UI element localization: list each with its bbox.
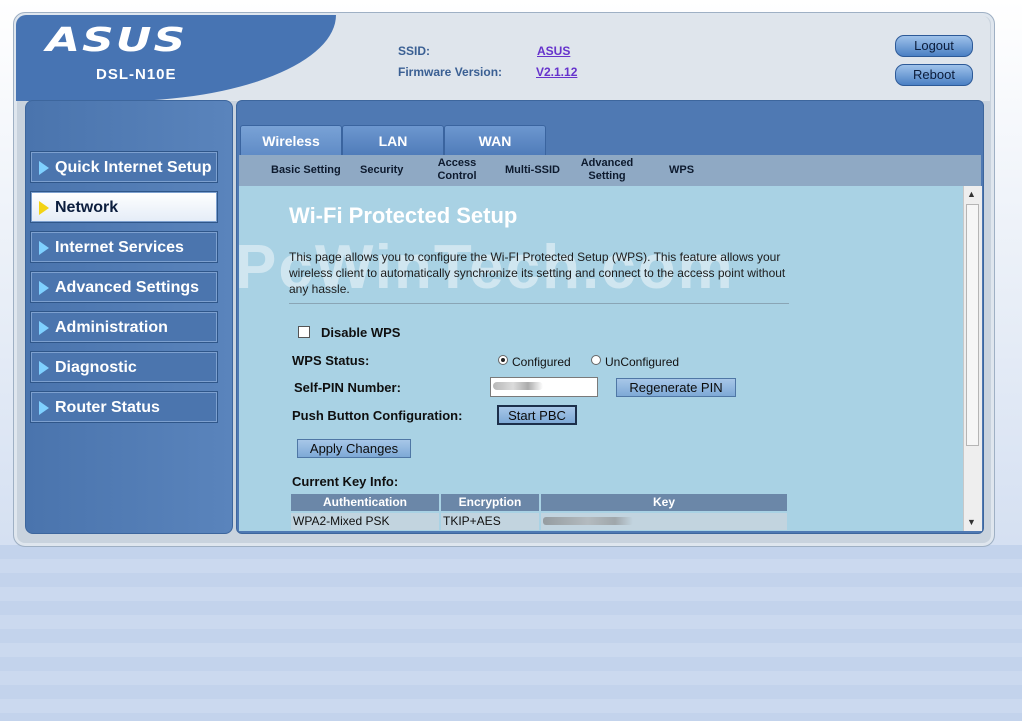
sidebar-item-administration[interactable]: Administration [30,311,218,343]
configured-radio[interactable] [498,355,508,365]
subnav-wps[interactable]: WPS [669,164,694,177]
arrow-right-icon [39,401,49,415]
tab-lan[interactable]: LAN [342,125,444,157]
page-background-band [0,545,1022,721]
firmware-label: Firmware Version: [398,65,503,79]
regenerate-pin-button[interactable]: Regenerate PIN [616,378,736,397]
disable-wps-checkbox[interactable] [298,326,310,338]
arrow-right-icon [39,161,49,175]
subnav-security[interactable]: Security [360,164,403,177]
table-header-key: Key [541,494,787,511]
table-header-authentication: Authentication [291,494,439,511]
page-description: This page allows you to configure the Wi… [289,250,786,296]
subnav-advanced-setting[interactable]: Advanced Setting [577,157,637,183]
disable-wps-label: Disable WPS [321,325,401,340]
vertical-scrollbar[interactable]: ▲ ▼ [963,186,982,531]
model-name: DSL-N10E [96,66,177,83]
arrow-right-icon [39,201,49,215]
table-cell-encryption: TKIP+AES [441,513,539,530]
divider [289,303,789,304]
sidebar-item-router-status[interactable]: Router Status [30,391,218,423]
sidebar-item-label: Network [55,199,119,216]
self-pin-label: Self-PIN Number: [294,380,401,395]
tab-wireless[interactable]: Wireless [240,125,342,157]
subnav-access-control[interactable]: Access Control [433,157,481,183]
firmware-link[interactable]: V2.1.12 [536,65,577,79]
pin-redacted [493,382,543,390]
scroll-down-icon[interactable]: ▼ [967,517,976,527]
content-area: Wireless LAN WAN Basic Setting Security … [236,100,984,534]
arrow-right-icon [39,321,49,335]
tab-wan[interactable]: WAN [444,125,546,157]
ssid-label: SSID: [398,44,431,58]
subnav-basic-setting[interactable]: Basic Setting [271,164,341,177]
sidebar-item-diagnostic[interactable]: Diagnostic [30,351,218,383]
start-pbc-button[interactable]: Start PBC [497,405,577,425]
sidebar-item-label: Quick Internet Setup [55,159,212,176]
scroll-thumb[interactable] [966,204,979,446]
table-cell-authentication: WPA2-Mixed PSK [291,513,439,530]
configured-label: Configured [512,355,571,369]
scroll-up-icon[interactable]: ▲ [967,189,976,199]
header: ASUS DSL-N10E [16,15,990,101]
subnav-bar: Basic Setting Security Access Control Mu… [239,155,981,186]
pbc-label: Push Button Configuration: [292,408,463,423]
logout-button[interactable]: Logout [895,35,973,57]
sidebar-item-internet-services[interactable]: Internet Services [30,231,218,263]
apply-changes-button[interactable]: Apply Changes [297,439,411,458]
unconfigured-radio[interactable] [591,355,601,365]
key-redacted [543,517,633,525]
sidebar-item-label: Advanced Settings [55,279,200,296]
asus-logo: ASUS [46,21,188,60]
reboot-button[interactable]: Reboot [895,64,973,86]
subnav-multi-ssid[interactable]: Multi-SSID [505,164,560,177]
sidebar-item-label: Administration [55,319,168,336]
sidebar-item-label: Diagnostic [55,359,137,376]
page-title: Wi-Fi Protected Setup [289,203,518,228]
arrow-right-icon [39,361,49,375]
arrow-right-icon [39,241,49,255]
ssid-link[interactable]: ASUS [537,44,570,58]
sidebar-item-label: Router Status [55,399,160,416]
arrow-right-icon [39,281,49,295]
sidebar-item-advanced-settings[interactable]: Advanced Settings [30,271,218,303]
sidebar-item-quick-internet-setup[interactable]: Quick Internet Setup [30,151,218,183]
sidebar-item-network[interactable]: Network [30,191,218,223]
sidebar-item-label: Internet Services [55,239,184,256]
current-key-label: Current Key Info: [292,474,399,489]
table-header-encryption: Encryption [441,494,539,511]
unconfigured-label: UnConfigured [605,355,680,369]
wps-status-label: WPS Status: [292,353,370,368]
